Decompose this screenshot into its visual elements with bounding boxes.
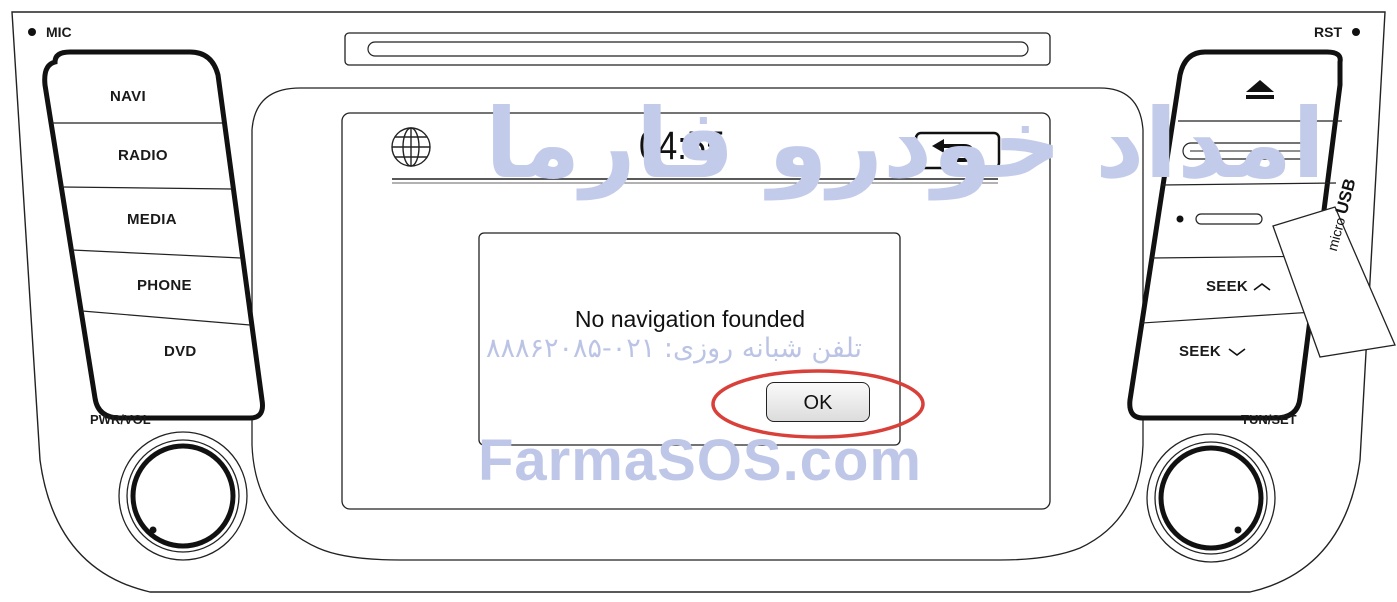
- mic-label: MIC: [46, 24, 72, 40]
- globe-button[interactable]: [390, 126, 432, 168]
- radio-label: RADIO: [118, 147, 168, 164]
- dvd-button[interactable]: DVD: [96, 320, 256, 410]
- tun-set-label: TUN/SET: [1241, 412, 1297, 427]
- seek-up-label: SEEK: [1206, 278, 1249, 295]
- cd-slot: [367, 41, 1029, 57]
- micro-usb-slot: [1195, 213, 1263, 225]
- watermark-persian-name: امداد خودرو فارما: [485, 88, 1326, 200]
- seek-down-label: SEEK: [1179, 343, 1222, 360]
- seek-up-button[interactable]: SEEK: [1150, 260, 1310, 315]
- ok-button[interactable]: OK: [766, 382, 870, 422]
- radio-button[interactable]: RADIO: [64, 125, 230, 187]
- rst-label[interactable]: RST: [1314, 24, 1342, 40]
- pwr-vol-knob-hit[interactable]: [133, 446, 233, 546]
- media-button[interactable]: MEDIA: [72, 190, 238, 252]
- pwr-vol-label: PWR/VOL: [90, 412, 151, 427]
- watermark-phone: تلفن شبانه روزی: ۰۲۱-۸۸۸۶۲۰۸۵: [486, 333, 863, 364]
- dvd-label: DVD: [164, 343, 197, 360]
- media-label: MEDIA: [127, 211, 177, 228]
- phone-label: PHONE: [137, 277, 192, 294]
- phone-button[interactable]: PHONE: [82, 255, 248, 317]
- dialog-message: No navigation founded: [574, 306, 806, 332]
- watermark-site: FarmaSOS.com: [478, 428, 922, 493]
- navi-label: NAVI: [110, 88, 146, 105]
- seek-down-button[interactable]: SEEK: [1140, 325, 1300, 405]
- navi-button[interactable]: NAVI: [56, 56, 216, 120]
- tun-set-knob-hit[interactable]: [1161, 448, 1261, 548]
